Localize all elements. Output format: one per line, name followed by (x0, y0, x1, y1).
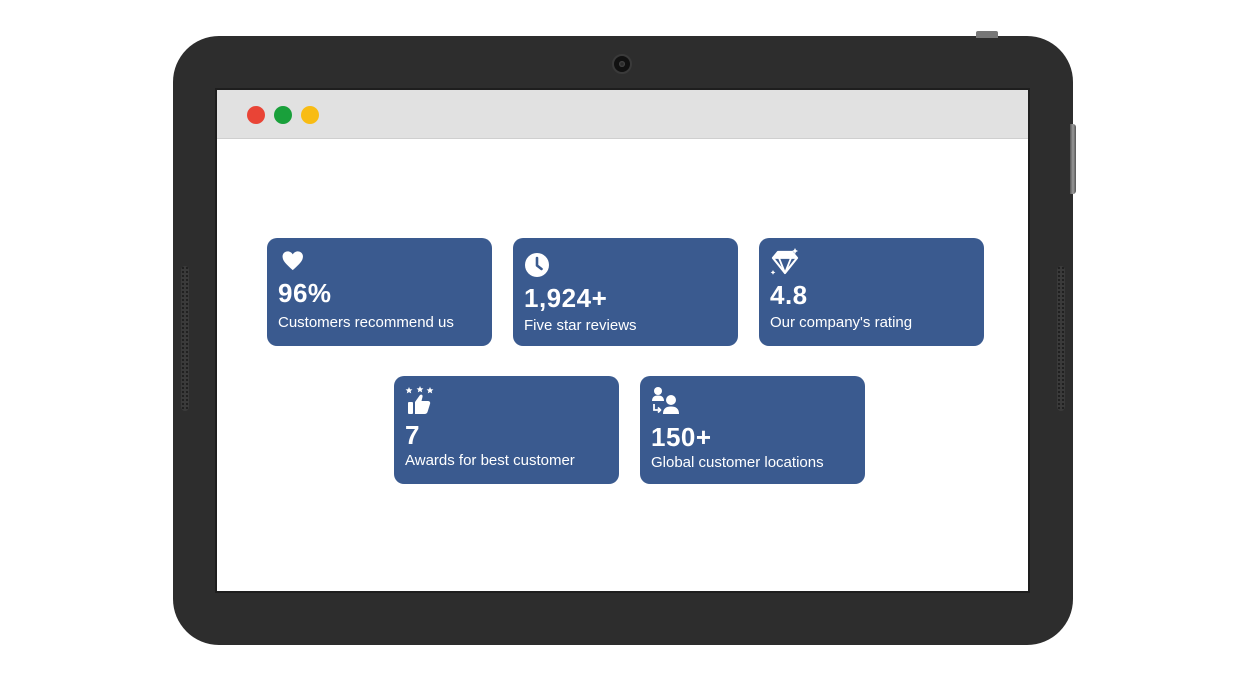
heart-icon (278, 248, 308, 278)
users-exchange-icon (651, 386, 681, 416)
maximize-window-button[interactable] (274, 106, 292, 124)
window-titlebar (217, 90, 1028, 139)
stat-card-awards: 7 Awards for best customer (394, 376, 619, 484)
stat-label: Five star reviews (524, 317, 637, 334)
stat-label: Our company's rating (770, 314, 913, 331)
stat-card-rating: 4.8 Our company's rating (759, 238, 984, 346)
speaker-grille-right (1057, 266, 1065, 411)
stat-value: 7 (405, 420, 420, 450)
stat-value: 1,924+ (524, 283, 608, 313)
diamond-icon (770, 248, 800, 278)
thumbs-up-stars-icon (405, 386, 435, 416)
camera-icon (612, 54, 632, 74)
close-window-button[interactable] (247, 106, 265, 124)
stat-value: 150+ (651, 422, 712, 452)
stat-card-reviews: 1,924+ Five star reviews (513, 238, 738, 346)
clock-icon (524, 252, 554, 282)
stat-card-locations: 150+ Global customer locations (640, 376, 865, 484)
stat-label: Awards for best customer (405, 452, 575, 469)
tablet-power-button (976, 31, 998, 38)
stat-value: 4.8 (770, 280, 808, 310)
tablet-volume-button (1070, 124, 1076, 194)
stat-card-recommend: 96% Customers recommend us (267, 238, 492, 346)
speaker-grille-left (181, 266, 189, 411)
minimize-window-button[interactable] (301, 106, 319, 124)
stat-label: Global customer locations (651, 454, 824, 471)
stat-label: Customers recommend us (278, 314, 454, 331)
browser-window: 96% Customers recommend us 1,924+ Five s… (215, 88, 1030, 593)
stat-value: 96% (278, 278, 332, 308)
